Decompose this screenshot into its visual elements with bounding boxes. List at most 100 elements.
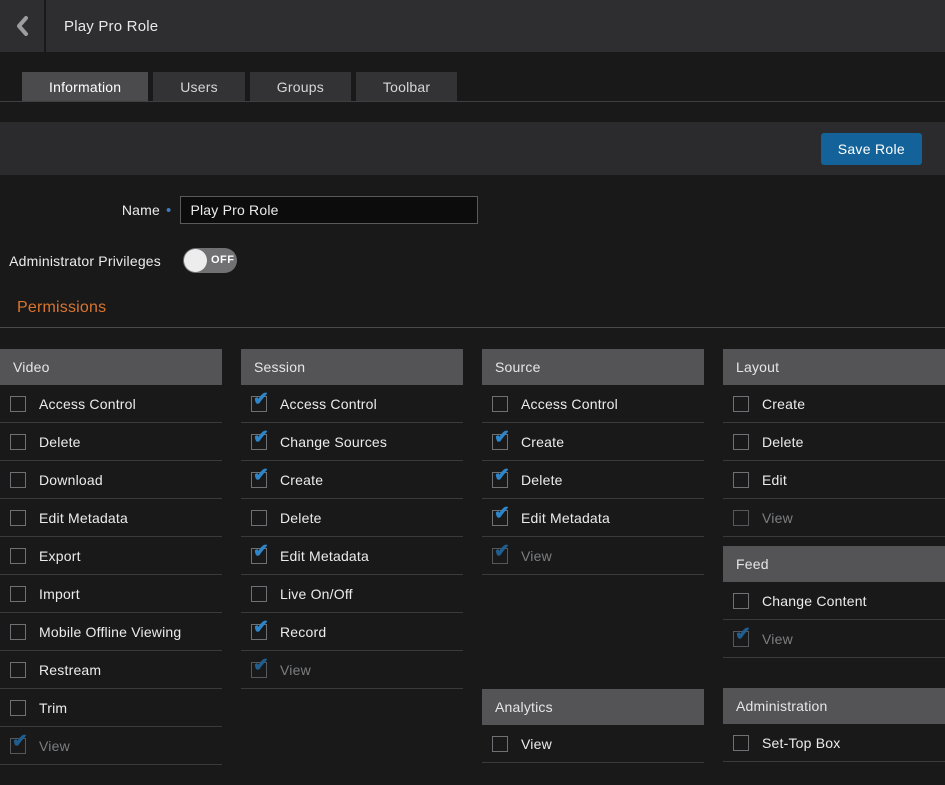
admin-privileges-toggle[interactable]: OFF bbox=[183, 248, 237, 273]
permission-row-source-view[interactable]: View bbox=[482, 537, 704, 575]
checkbox-session-view bbox=[251, 662, 267, 678]
permission-row-layout-create[interactable]: Create bbox=[723, 385, 945, 423]
permission-label: View bbox=[39, 738, 70, 754]
checkbox-session-access-control[interactable] bbox=[251, 396, 267, 412]
permission-label: Set-Top Box bbox=[762, 735, 840, 751]
checkbox-video-restream[interactable] bbox=[10, 662, 26, 678]
permission-label: Delete bbox=[39, 434, 81, 450]
permission-column: SourceAccess ControlCreateDeleteEdit Met… bbox=[482, 349, 704, 765]
checkbox-video-download[interactable] bbox=[10, 472, 26, 488]
action-strip: Save Role bbox=[0, 122, 945, 175]
permission-row-layout-delete[interactable]: Delete bbox=[723, 423, 945, 461]
checkbox-session-edit-metadata[interactable] bbox=[251, 548, 267, 564]
group-header-session: Session bbox=[241, 349, 463, 385]
permission-label: Edit Metadata bbox=[280, 548, 369, 564]
permission-row-video-trim[interactable]: Trim bbox=[0, 689, 222, 727]
permission-label: Create bbox=[280, 472, 323, 488]
checkbox-layout-create[interactable] bbox=[733, 396, 749, 412]
checkbox-feed-view bbox=[733, 631, 749, 647]
permission-row-video-restream[interactable]: Restream bbox=[0, 651, 222, 689]
permissions-grid: VideoAccess ControlDeleteDownloadEdit Me… bbox=[0, 349, 945, 765]
permission-row-video-delete[interactable]: Delete bbox=[0, 423, 222, 461]
checkbox-layout-edit[interactable] bbox=[733, 472, 749, 488]
name-input[interactable] bbox=[180, 196, 478, 224]
permission-row-session-change-sources[interactable]: Change Sources bbox=[241, 423, 463, 461]
permission-row-video-view[interactable]: View bbox=[0, 727, 222, 765]
permission-label: Access Control bbox=[521, 396, 618, 412]
checkbox-administration-set-top-box[interactable] bbox=[733, 735, 749, 751]
permission-row-feed-view[interactable]: View bbox=[723, 620, 945, 658]
permission-row-layout-view[interactable]: View bbox=[723, 499, 945, 537]
checkbox-video-edit-metadata[interactable] bbox=[10, 510, 26, 526]
permission-row-session-edit-metadata[interactable]: Edit Metadata bbox=[241, 537, 463, 575]
permission-row-video-edit-metadata[interactable]: Edit Metadata bbox=[0, 499, 222, 537]
permission-row-feed-change-content[interactable]: Change Content bbox=[723, 582, 945, 620]
checkbox-feed-change-content[interactable] bbox=[733, 593, 749, 609]
permission-label: View bbox=[762, 510, 793, 526]
required-marker: • bbox=[166, 202, 171, 219]
checkbox-layout-delete[interactable] bbox=[733, 434, 749, 450]
tab-toolbar[interactable]: Toolbar bbox=[356, 72, 457, 101]
checkbox-source-create[interactable] bbox=[492, 434, 508, 450]
permission-row-session-delete[interactable]: Delete bbox=[241, 499, 463, 537]
admin-privileges-label: Administrator Privileges bbox=[0, 253, 161, 269]
permission-row-session-live-on-off[interactable]: Live On/Off bbox=[241, 575, 463, 613]
back-button[interactable] bbox=[0, 0, 44, 52]
chevron-left-icon bbox=[15, 16, 29, 36]
permission-row-source-create[interactable]: Create bbox=[482, 423, 704, 461]
permission-row-session-view[interactable]: View bbox=[241, 651, 463, 689]
checkbox-source-edit-metadata[interactable] bbox=[492, 510, 508, 526]
checkbox-session-create[interactable] bbox=[251, 472, 267, 488]
tab-information[interactable]: Information bbox=[22, 72, 148, 101]
permission-label: View bbox=[762, 631, 793, 647]
checkbox-video-access-control[interactable] bbox=[10, 396, 26, 412]
checkbox-video-trim[interactable] bbox=[10, 700, 26, 716]
checkbox-source-delete[interactable] bbox=[492, 472, 508, 488]
checkbox-source-access-control[interactable] bbox=[492, 396, 508, 412]
permission-row-session-create[interactable]: Create bbox=[241, 461, 463, 499]
permission-row-layout-edit[interactable]: Edit bbox=[723, 461, 945, 499]
tab-groups[interactable]: Groups bbox=[250, 72, 351, 101]
checkbox-session-live-on-off[interactable] bbox=[251, 586, 267, 602]
permission-row-video-mobile-offline-viewing[interactable]: Mobile Offline Viewing bbox=[0, 613, 222, 651]
page-title: Play Pro Role bbox=[64, 18, 158, 35]
permission-row-source-delete[interactable]: Delete bbox=[482, 461, 704, 499]
checkbox-layout-view bbox=[733, 510, 749, 526]
permission-row-source-edit-metadata[interactable]: Edit Metadata bbox=[482, 499, 704, 537]
permission-label: View bbox=[280, 662, 311, 678]
permission-label: Record bbox=[280, 624, 326, 640]
permission-row-video-download[interactable]: Download bbox=[0, 461, 222, 499]
permission-row-administration-set-top-box[interactable]: Set-Top Box bbox=[723, 724, 945, 762]
checkbox-analytics-view[interactable] bbox=[492, 736, 508, 752]
checkbox-video-import[interactable] bbox=[10, 586, 26, 602]
permission-row-session-access-control[interactable]: Access Control bbox=[241, 385, 463, 423]
top-bar: Play Pro Role bbox=[0, 0, 945, 52]
permission-row-video-import[interactable]: Import bbox=[0, 575, 222, 613]
permission-column: VideoAccess ControlDeleteDownloadEdit Me… bbox=[0, 349, 222, 765]
tab-users[interactable]: Users bbox=[153, 72, 245, 101]
permission-row-video-export[interactable]: Export bbox=[0, 537, 222, 575]
checkbox-session-delete[interactable] bbox=[251, 510, 267, 526]
name-field-row: Name • bbox=[0, 196, 945, 224]
checkbox-video-mobile-offline-viewing[interactable] bbox=[10, 624, 26, 640]
permission-column: Session Access Control Change Sources Creat… bbox=[241, 349, 463, 765]
permission-label: Create bbox=[521, 434, 564, 450]
title-bar: Play Pro Role bbox=[46, 0, 945, 52]
permission-label: Access Control bbox=[39, 396, 136, 412]
checkbox-session-record[interactable] bbox=[251, 624, 267, 640]
permission-label: Download bbox=[39, 472, 103, 488]
group-header-administration: Administration bbox=[723, 688, 945, 724]
permission-label: Access Control bbox=[280, 396, 377, 412]
save-role-button[interactable]: Save Role bbox=[821, 133, 922, 165]
permission-row-video-access-control[interactable]: Access Control bbox=[0, 385, 222, 423]
permission-label: View bbox=[521, 548, 552, 564]
permission-label: Mobile Offline Viewing bbox=[39, 624, 181, 640]
checkbox-session-change-sources[interactable] bbox=[251, 434, 267, 450]
permission-row-analytics-view[interactable]: View bbox=[482, 725, 704, 763]
permission-row-source-access-control[interactable]: Access Control bbox=[482, 385, 704, 423]
checkbox-video-delete[interactable] bbox=[10, 434, 26, 450]
permission-label: Edit Metadata bbox=[521, 510, 610, 526]
permission-label: Import bbox=[39, 586, 80, 602]
permission-row-session-record[interactable]: Record bbox=[241, 613, 463, 651]
checkbox-video-export[interactable] bbox=[10, 548, 26, 564]
